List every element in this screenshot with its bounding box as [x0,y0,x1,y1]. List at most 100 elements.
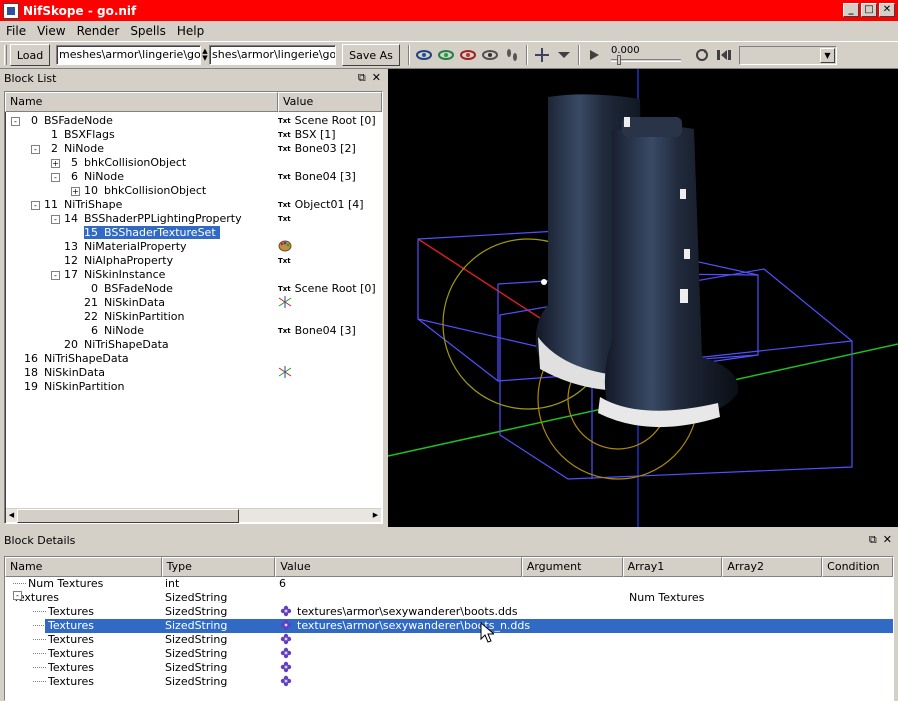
time-slider[interactable]: 0.000 [609,44,691,66]
detail-name-text: Textures [48,647,94,660]
menu-view[interactable]: View [31,24,70,38]
loop-icon[interactable] [691,44,713,66]
view-user-icon[interactable] [479,44,501,66]
detail-row[interactable]: Textures SizedString [5,675,893,689]
detail-row[interactable]: - Textures SizedString Num Textures [5,591,893,605]
load-path-input[interactable]: meshes\armor\lingerie\go.nif [56,45,201,65]
menu-help[interactable]: Help [171,24,209,38]
detail-value-text: textures\armor\sexywanderer\boots_n.dds [297,619,531,632]
block-row[interactable]: 21 NiSkinData [5,296,382,310]
maximize-button[interactable]: □ [861,3,877,17]
view-top-icon[interactable] [457,44,479,66]
block-row[interactable]: 22 NiSkinPartition [5,310,382,324]
detail-name: Textures [33,647,94,661]
collapse-icon[interactable]: - [51,215,60,224]
path-splitter-icon[interactable]: ▲ ▼ [201,48,209,62]
block-row[interactable]: 12 NiAlphaProperty Txt [5,254,382,268]
block-value-text: Scene Root [0] [294,282,376,295]
block-row[interactable]: 16 NiTriShapeData [5,352,382,366]
block-row[interactable]: -14 BSShaderPPLightingProperty Txt [5,212,382,226]
block-list-tree[interactable]: Name Value -0 BSFadeNode Txt Scene Root [0]… [4,91,383,524]
walk-mode-icon[interactable] [501,44,523,66]
block-row[interactable]: 13 NiMaterialProperty [5,240,382,254]
collapse-icon[interactable]: - [31,145,40,154]
collapse-icon[interactable]: - [51,271,60,280]
detail-type: SizedString [165,619,228,632]
column-value[interactable]: Value [278,92,382,112]
string-icon [280,633,292,645]
details-undock-icon[interactable]: ⧉ [869,533,877,547]
text-type-icon: Txt [278,117,291,125]
block-label: 0 BSFadeNode [24,114,113,127]
string-icon [280,675,292,687]
menu-spells[interactable]: Spells [124,24,171,38]
block-row[interactable]: +5 bhkCollisionObject [5,156,382,170]
expand-icon[interactable]: + [71,187,80,196]
detail-row[interactable]: Textures SizedString [5,647,893,661]
toolbar: Load meshes\armor\lingerie\go.nif ▲▼ she… [0,41,898,69]
block-row[interactable]: - 6 NiNode Txt Bone04 [3] [5,170,382,184]
view-front-icon[interactable] [413,44,435,66]
view-side-icon[interactable] [435,44,457,66]
collapse-icon[interactable]: - [31,201,40,210]
axis-toggle-icon[interactable] [531,44,553,66]
collapse-icon[interactable]: - [13,591,22,600]
block-label: 10 bhkCollisionObject [84,184,206,197]
block-row[interactable]: -11 NiTriShape Txt Object01 [4] [5,198,382,212]
block-row[interactable]: +10 bhkCollisionObject [5,184,382,198]
minimize-button[interactable]: _ [843,3,859,17]
block-row[interactable]: 6 NiNode Txt Bone04 [3] [5,324,382,338]
block-name: NiTriShapeData [84,338,169,351]
details-column-value[interactable]: Value [275,557,522,577]
save-as-button[interactable]: Save As [342,44,400,66]
horizontal-scrollbar[interactable]: ◀ ▶ [6,508,381,523]
block-row[interactable]: - 2 NiNode Txt Bone03 [2] [5,142,382,156]
block-row[interactable]: 1 BSXFlags Txt BSX [1] [5,128,382,142]
switch-sequence-icon[interactable] [713,44,735,66]
expand-icon[interactable]: + [51,159,60,168]
play-icon[interactable] [583,44,605,66]
save-path-input[interactable]: shes\armor\lingerie\go.nif [209,45,336,65]
detail-row[interactable]: Textures SizedString [5,661,893,675]
details-column-condition[interactable]: Condition [822,557,893,577]
undock-icon[interactable]: ⧉ [358,71,366,85]
details-column-type[interactable]: Type [161,557,276,577]
block-row[interactable]: 19 NiSkinPartition [5,380,382,394]
block-name: BSXFlags [64,128,115,141]
block-label: 0 BSFadeNode [84,282,173,295]
details-column-name[interactable]: Name [5,557,162,577]
collapse-icon[interactable]: - [11,117,20,126]
details-column-array1[interactable]: Array1 [622,557,723,577]
detail-row[interactable]: Textures SizedString textures\armor\sexywa… [5,619,893,633]
string-icon [280,661,292,673]
load-button[interactable]: Load [10,44,50,66]
block-number: 0 [91,282,98,295]
detail-name-text: Textures [48,619,94,632]
block-number: 13 [64,240,78,253]
details-column-array2[interactable]: Array2 [722,557,823,577]
menu-render[interactable]: Render [71,24,125,38]
block-details-table[interactable]: Name Type Value Argument Array1 Array2 C… [4,556,894,701]
detail-row[interactable]: Textures SizedString [5,633,893,647]
block-details-title: Block Details [4,534,76,547]
close-button[interactable]: ✕ [879,3,895,17]
details-close-icon[interactable]: ✕ [883,533,892,547]
block-row[interactable]: 15 BSShaderTextureSet [5,226,382,240]
details-column-argument[interactable]: Argument [521,557,623,577]
view-menu-chevron-icon[interactable] [553,44,575,66]
block-name: NiNode [104,324,144,337]
animation-select[interactable]: ▼ [739,45,837,65]
block-row[interactable]: -17 NiSkinInstance [5,268,382,282]
detail-row[interactable]: Num Textures int 6 [5,577,893,591]
collapse-icon[interactable]: - [51,173,60,182]
menu-file[interactable]: File [0,24,31,38]
block-row[interactable]: 0 BSFadeNode Txt Scene Root [0] [5,282,382,296]
detail-row[interactable]: Textures SizedString textures\armor\sexywa… [5,605,893,619]
3d-viewport[interactable] [388,69,898,527]
block-row[interactable]: 20 NiTriShapeData [5,338,382,352]
text-type-icon: Txt [278,215,291,223]
block-row[interactable]: - 0 BSFadeNode Txt Scene Root [0] [5,114,382,128]
close-pane-icon[interactable]: ✕ [372,71,381,85]
column-name[interactable]: Name [5,92,278,112]
block-row[interactable]: 18 NiSkinData [5,366,382,380]
